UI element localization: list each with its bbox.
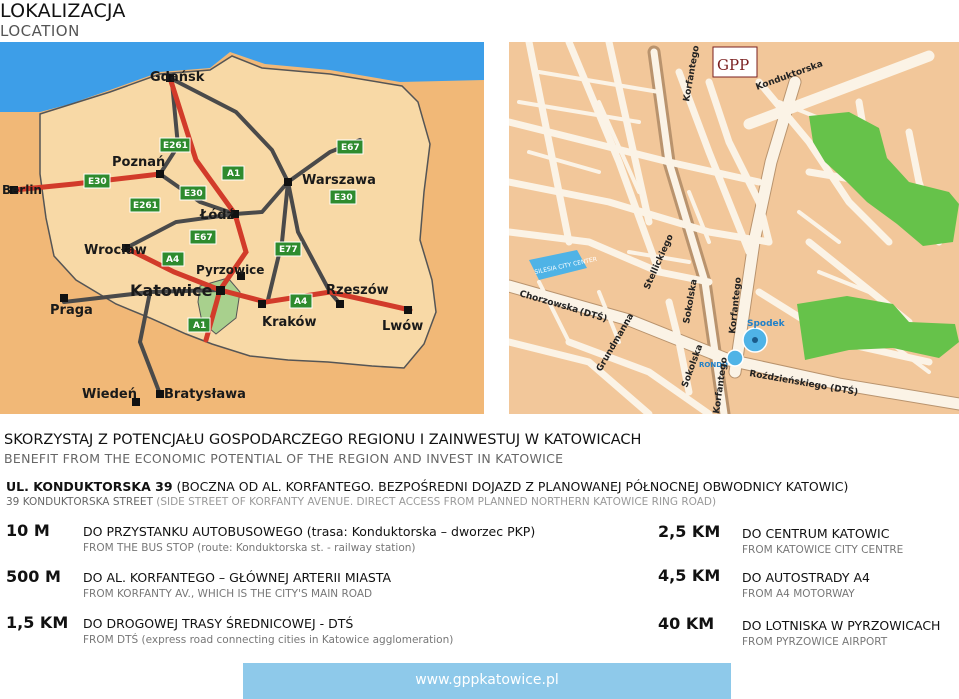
marker-warszawa [284, 178, 292, 186]
marker-rzeszow [336, 300, 344, 308]
marker-katowice [216, 286, 225, 295]
distance-label-en: FROM KATOWICE CITY CENTRE [742, 544, 904, 556]
badge-e261-west-label: E261 [133, 201, 158, 211]
distance-value: 10 M [6, 521, 50, 540]
badge-a4-west: A4 [161, 251, 185, 267]
distance-label: DO LOTNISKA W PYRZOWICACH [742, 618, 941, 633]
distance-value: 2,5 KM [658, 522, 721, 541]
distance-label: DO CENTRUM KATOWIC [742, 526, 890, 541]
badge-e30-mid: E30 [179, 185, 207, 201]
distance-label-en: FROM DTŚ (express road connecting cities… [83, 634, 454, 646]
label-katowice: Katowice [130, 281, 213, 300]
marker-krakow [258, 300, 266, 308]
marker-lwow [404, 306, 412, 314]
distance-label-en: FROM THE BUS STOP (route: Konduktorska s… [83, 542, 416, 554]
gpp-logo-text: GPP [717, 56, 749, 74]
label-berlin: Berlin [2, 183, 42, 197]
footer-bar: www.gppkatowice.pl [243, 663, 731, 699]
page-title: LOKALIZACJA [0, 0, 126, 22]
badge-e67-sw-label: E67 [194, 233, 213, 243]
gpp-logo: GPP [712, 46, 758, 78]
benefit-heading: SKORZYSTAJ Z POTENCJAŁU GOSPODARCZEGO RE… [4, 432, 642, 448]
label-krakow: Kraków [262, 315, 317, 330]
label-praga: Praga [50, 303, 93, 318]
marker-praga [60, 294, 68, 302]
label-pyrzowice: Pyrzowice [196, 263, 264, 277]
badge-a1-north: A1 [221, 165, 245, 181]
address-description: (BOCZNA OD AL. KORFANTEGO. BEZPOŚREDNI D… [172, 479, 849, 494]
badge-e67-sw: E67 [189, 229, 217, 245]
badge-e30-east: E30 [329, 189, 357, 205]
address-street: UL. KONDUKTORSKA 39 [6, 479, 173, 494]
distance-value: 1,5 KM [6, 613, 69, 632]
benefit-heading-en: BENEFIT FROM THE ECONOMIC POTENTIAL OF T… [4, 451, 564, 466]
badge-e261-north: E261 [159, 137, 191, 153]
badge-e30-west: E30 [83, 173, 111, 189]
badge-e30-east-label: E30 [334, 193, 353, 203]
label-wroclaw: Wrocław [84, 243, 147, 258]
distance-value: 500 M [6, 567, 61, 586]
distance-label: DO AL. KORFANTEGO – GŁÓWNEJ ARTERII MIAS… [83, 570, 392, 585]
label-gdansk: Gdańsk [150, 70, 205, 85]
distance-value: 4,5 KM [658, 566, 721, 585]
badge-a1-south-label: A1 [193, 321, 206, 331]
badge-e77: E77 [274, 241, 302, 257]
label-wieden: Wiedeń [82, 387, 137, 402]
distance-label: DO AUTOSTRADY A4 [742, 570, 870, 585]
address-line: UL. KONDUKTORSKA 39 (BOCZNA OD AL. KORFA… [6, 479, 848, 494]
marker-bratyslawa [156, 390, 164, 398]
katowice-street-map: SILESIA CITY CENTER Spodek RONDO GPP Kor… [509, 42, 959, 414]
distance-label: DO DROGOWEJ TRASY ŚREDNICOWEJ - DTŚ [83, 616, 354, 631]
distance-label-en: FROM A4 MOTORWAY [742, 588, 855, 600]
badge-e261-west: E261 [129, 197, 161, 213]
address-description-en: (SIDE STREET OF KORFANTY AVENUE. DIRECT … [152, 496, 717, 508]
address-line-en: 39 KONDUKTORSKA STREET (SIDE STREET OF K… [6, 496, 716, 508]
badge-e261-north-label: E261 [163, 141, 188, 151]
badge-e77-label: E77 [279, 245, 298, 255]
label-lodz: Łódź [199, 208, 234, 223]
badge-a1-south: A1 [187, 317, 211, 333]
label-lwow: Lwów [382, 319, 423, 334]
distance-label-en: FROM KORFANTY AV., WHICH IS THE CITY'S M… [83, 588, 373, 600]
page-subtitle: LOCATION [0, 22, 80, 40]
badge-e67-ne-label: E67 [341, 143, 360, 153]
distance-value: 40 KM [658, 614, 715, 633]
badge-e67-ne: E67 [336, 139, 364, 155]
marker-poznan [156, 170, 164, 178]
website-link[interactable]: www.gppkatowice.pl [243, 672, 731, 688]
badge-a4-east-label: A4 [294, 297, 307, 307]
label-warszawa: Warszawa [302, 173, 376, 188]
label-poznan: Poznań [112, 155, 165, 170]
badge-a4-east: A4 [289, 293, 313, 309]
distance-label: DO PRZYSTANKU AUTOBUSOWEGO (trasa: Kondu… [83, 524, 536, 539]
spodek-label: Spodek [747, 319, 786, 329]
address-street-en: 39 KONDUKTORSKA STREET [6, 496, 153, 508]
label-bratyslawa: Bratysława [164, 387, 246, 402]
distance-label-en: FROM PYRZOWICE AIRPORT [742, 636, 888, 648]
badge-e30-west-label: E30 [88, 177, 107, 187]
badge-a1-north-label: A1 [227, 169, 240, 179]
badge-e30-mid-label: E30 [184, 189, 203, 199]
badge-a4-west-label: A4 [166, 255, 179, 265]
poland-map: Gdańsk Poznań Berlin Warszawa Łódź Wrocł… [0, 42, 484, 414]
label-rzeszow: Rzeszów [326, 283, 389, 298]
